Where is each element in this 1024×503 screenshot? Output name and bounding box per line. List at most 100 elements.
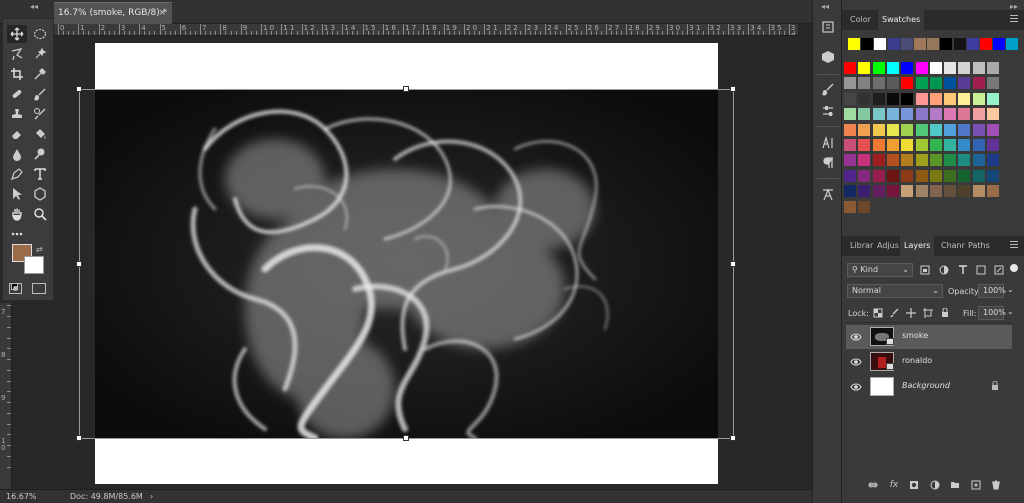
swatch[interactable] [901, 108, 914, 121]
swatch[interactable] [858, 200, 871, 213]
new-layer-icon[interactable] [970, 479, 982, 491]
swatch[interactable] [929, 169, 942, 182]
swatch[interactable] [972, 185, 985, 198]
lock-artboard-icon[interactable] [922, 307, 934, 319]
brush-panel-icon[interactable] [819, 80, 837, 98]
swatch[interactable] [844, 92, 856, 105]
pen-tool[interactable] [7, 165, 27, 183]
swatch[interactable] [929, 123, 942, 136]
opacity-input[interactable]: 100% [978, 284, 1006, 298]
filter-shape-icon[interactable] [975, 264, 987, 276]
transform-handle-mr[interactable] [730, 261, 736, 267]
swatch[interactable] [886, 108, 899, 121]
recent-swatch[interactable] [927, 38, 940, 50]
swatch[interactable] [972, 108, 985, 121]
swatch[interactable] [844, 185, 856, 198]
swatch[interactable] [872, 108, 885, 121]
swatch[interactable] [958, 123, 971, 136]
swatch[interactable] [858, 123, 871, 136]
swatch[interactable] [929, 62, 942, 74]
recent-swatch[interactable] [980, 38, 992, 50]
swatch[interactable] [901, 139, 914, 151]
bucket-tool[interactable] [30, 125, 50, 143]
filter-adjustment-icon[interactable] [938, 264, 950, 276]
swatch[interactable] [915, 123, 928, 136]
swatch[interactable] [929, 185, 942, 198]
lock-position-icon[interactable] [905, 307, 917, 319]
recent-swatch[interactable] [953, 38, 966, 50]
recent-swatch[interactable] [874, 38, 887, 50]
3d-panel-icon[interactable] [819, 48, 837, 66]
swatch[interactable] [972, 139, 985, 151]
recent-swatch[interactable] [900, 38, 913, 50]
tab-color[interactable]: Color [846, 10, 875, 30]
swatch[interactable] [886, 62, 899, 74]
transform-handle-br[interactable] [730, 435, 736, 441]
brush-tool[interactable] [30, 85, 50, 103]
layer-row-ronaldo[interactable]: ronaldo [846, 350, 1012, 374]
transform-handle-tl[interactable] [76, 86, 82, 92]
new-adjustment-layer-icon[interactable] [929, 479, 941, 491]
swatch[interactable] [901, 77, 914, 90]
swatch[interactable] [915, 108, 928, 121]
recent-swatch[interactable] [1006, 38, 1019, 50]
swatch[interactable] [958, 92, 971, 105]
swatch[interactable] [958, 108, 971, 121]
swatch[interactable] [944, 169, 957, 182]
type-tool[interactable] [30, 165, 50, 183]
swatch[interactable] [987, 108, 999, 121]
quick-select-tool[interactable] [30, 45, 50, 63]
swatch[interactable] [944, 139, 957, 151]
swatch[interactable] [886, 185, 899, 198]
swatch[interactable] [844, 200, 856, 213]
swatch[interactable] [901, 62, 914, 74]
recent-swatch[interactable] [848, 38, 860, 50]
dodge-tool[interactable] [30, 145, 50, 163]
swatch[interactable] [858, 154, 871, 167]
eraser-tool[interactable] [7, 125, 27, 143]
horizontal-ruler[interactable]: 01234567891 01 11 21 31 41 51 61 71 81 9… [54, 24, 798, 36]
delete-layer-icon[interactable] [990, 479, 1002, 491]
marquee-tool[interactable] [30, 25, 50, 43]
visibility-eye-icon[interactable] [850, 356, 862, 368]
swatch[interactable] [901, 154, 914, 167]
filter-pixel-icon[interactable] [919, 264, 931, 276]
zoom-tool[interactable] [30, 205, 50, 223]
stamp-tool[interactable] [7, 105, 27, 123]
swatch[interactable] [858, 185, 871, 198]
screen-mode-button[interactable] [32, 283, 46, 294]
swatch[interactable] [944, 185, 957, 198]
background-color-swatch[interactable] [24, 256, 44, 274]
swatch[interactable] [901, 92, 914, 105]
swatch[interactable] [915, 154, 928, 167]
swatch[interactable] [958, 185, 971, 198]
lasso-tool[interactable] [7, 45, 27, 63]
swatch[interactable] [915, 169, 928, 182]
swatch[interactable] [915, 92, 928, 105]
swatches-panel-menu-icon[interactable] [1010, 15, 1018, 23]
swatch[interactable] [886, 154, 899, 167]
layers-panel-menu-icon[interactable] [1010, 241, 1018, 249]
swatch[interactable] [915, 185, 928, 198]
filter-toggle[interactable] [1010, 264, 1018, 272]
swatch[interactable] [886, 77, 899, 90]
recent-swatch[interactable] [940, 38, 953, 50]
smoke-image-layer[interactable] [95, 89, 718, 438]
transform-handle-ml[interactable] [76, 261, 82, 267]
close-tab-icon[interactable]: × [158, 3, 166, 23]
swatch[interactable] [929, 139, 942, 151]
transform-handle-tr[interactable] [730, 86, 736, 92]
tab-paths[interactable]: Paths [964, 236, 994, 256]
crop-tool[interactable] [7, 65, 27, 83]
swatch[interactable] [858, 108, 871, 121]
swatch[interactable] [872, 123, 885, 136]
swatch[interactable] [972, 154, 985, 167]
swatch[interactable] [858, 169, 871, 182]
swatch[interactable] [958, 139, 971, 151]
transform-handle-bc[interactable] [403, 435, 409, 441]
swatch[interactable] [858, 139, 871, 151]
glyphs-panel-icon[interactable] [819, 186, 837, 204]
hand-tool[interactable] [7, 205, 27, 223]
swatch[interactable] [929, 154, 942, 167]
healing-tool[interactable] [7, 85, 27, 103]
